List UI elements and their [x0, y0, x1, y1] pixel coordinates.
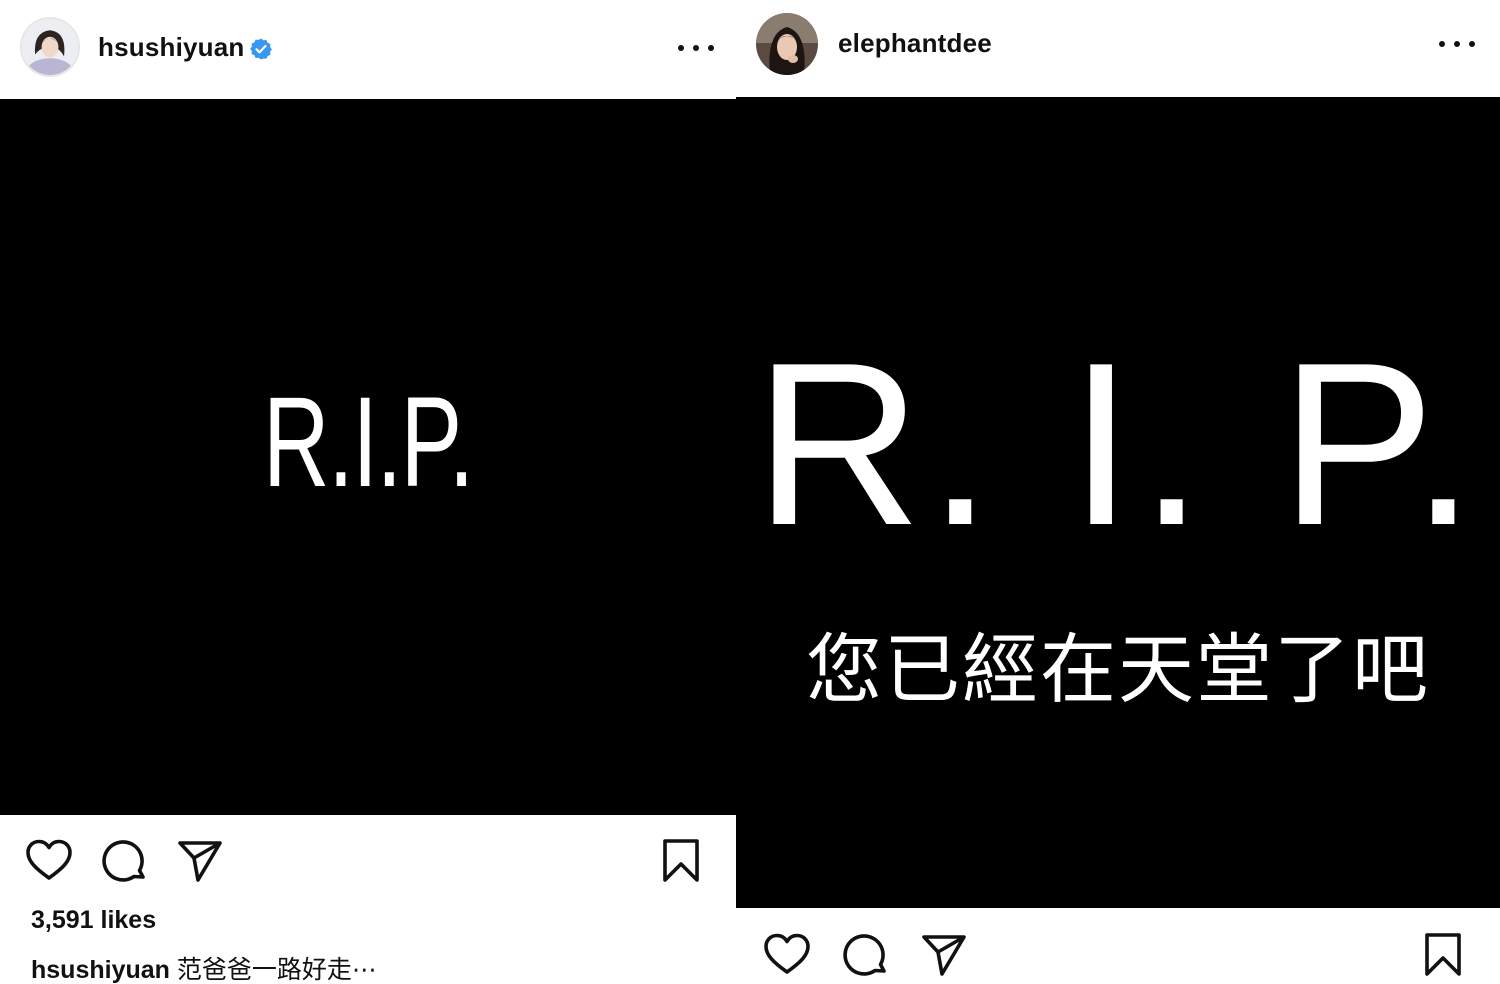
username[interactable]: elephantdee: [838, 28, 992, 59]
post-elephantdee: elephantdee R. I. P. 您已經在天堂了吧: [736, 0, 1500, 984]
more-options-icon[interactable]: [678, 38, 714, 58]
post-image[interactable]: R.I.P.: [0, 99, 736, 815]
more-options-icon[interactable]: [1439, 34, 1475, 54]
heart-icon[interactable]: [763, 931, 811, 979]
verified-badge-icon: [250, 38, 272, 60]
caption-text: 范爸爸一路好走⋯: [176, 956, 377, 984]
avatar[interactable]: [20, 17, 80, 77]
post-hsushiyuan: hsushiyuan R.I.P. 3,591 likes hsushiyuan…: [0, 0, 736, 984]
username[interactable]: hsushiyuan: [98, 32, 244, 63]
bookmark-icon[interactable]: [1419, 931, 1467, 979]
send-icon[interactable]: [920, 931, 968, 979]
post-image[interactable]: R. I. P. 您已經在天堂了吧: [736, 97, 1500, 908]
caption: hsushiyuan 范爸爸一路好走⋯: [31, 950, 377, 984]
comment-icon[interactable]: [842, 931, 890, 979]
avatar[interactable]: [756, 13, 818, 75]
caption-username[interactable]: hsushiyuan: [31, 956, 170, 984]
image-text: R. I. P.: [754, 315, 1482, 574]
heart-icon[interactable]: [25, 837, 73, 885]
bookmark-icon[interactable]: [657, 837, 705, 885]
image-subtext: 您已經在天堂了吧: [806, 625, 1430, 714]
send-icon[interactable]: [176, 837, 224, 885]
likes-count[interactable]: 3,591 likes: [31, 906, 156, 935]
comment-icon[interactable]: [101, 837, 149, 885]
image-text: R.I.P.: [263, 371, 474, 514]
